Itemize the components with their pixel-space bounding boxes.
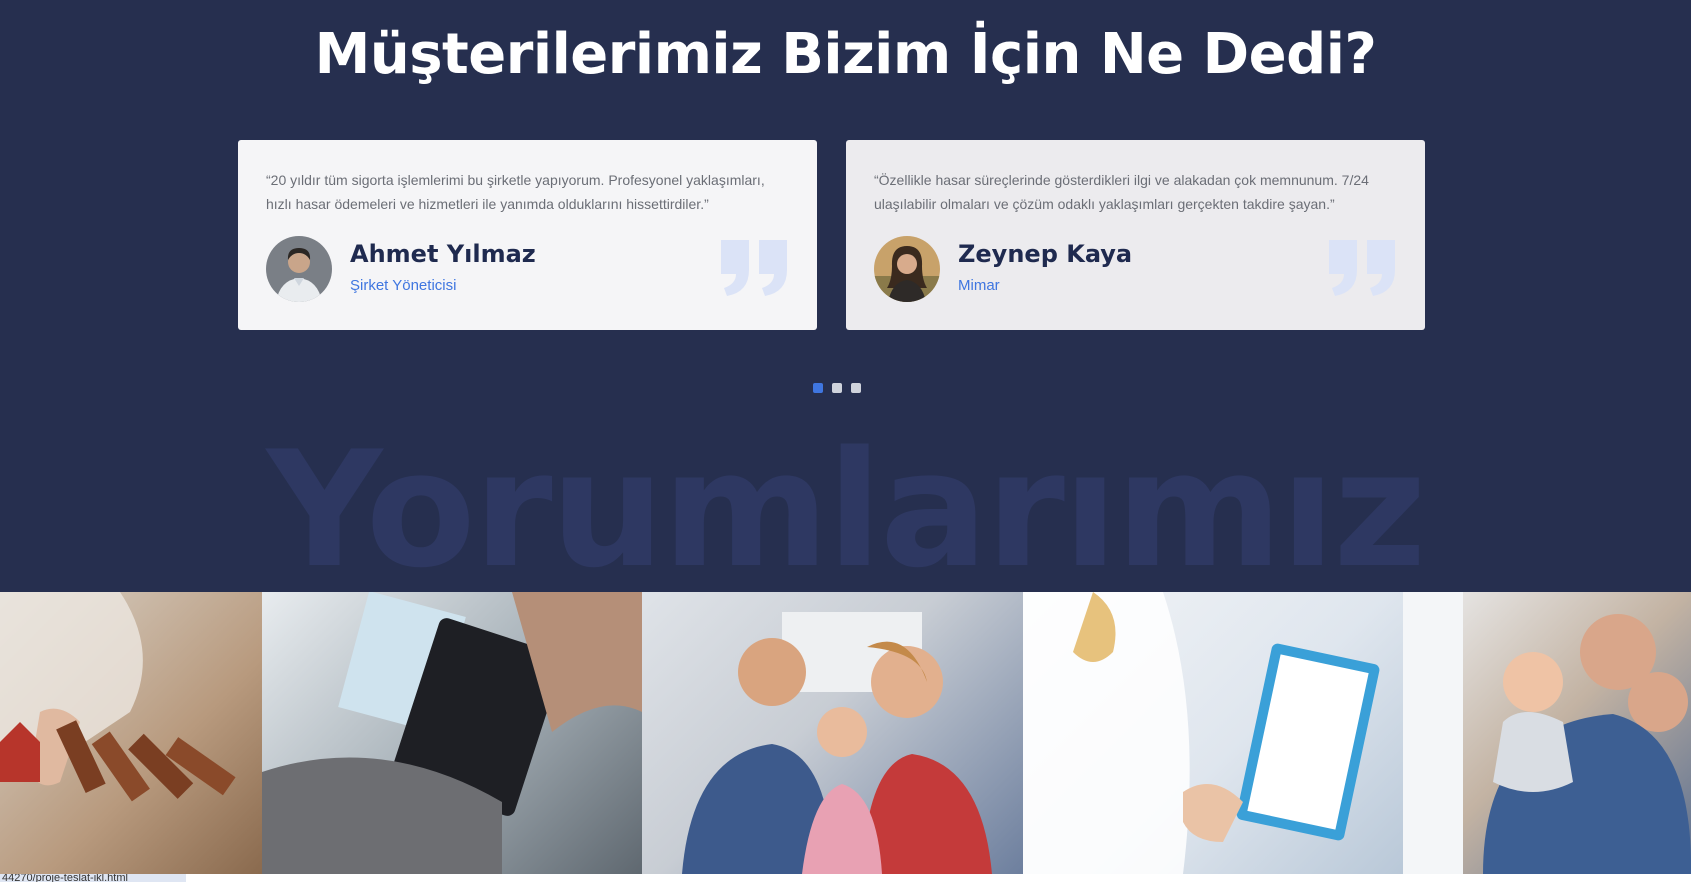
customer-role: Mimar [958, 277, 1000, 294]
gallery-image-health-insurance[interactable] [1023, 592, 1403, 874]
gallery-image-family[interactable] [642, 592, 1023, 874]
testimonial-quote: “Özellikle hasar süreçlerinde gösterdikl… [874, 172, 1369, 212]
testimonial-card: “20 yıldır tüm sigorta işlemlerimi bu şi… [238, 140, 817, 330]
carousel-dot-1[interactable] [813, 383, 823, 393]
gallery-image-passport[interactable] [262, 592, 642, 874]
testimonial-quote: “20 yıldır tüm sigorta işlemlerimi bu şi… [266, 172, 765, 212]
quote-icon [717, 238, 791, 298]
testimonial-card: “Özellikle hasar süreçlerinde gösterdikl… [846, 140, 1425, 330]
browser-status-url: 44270/proje-teslat-ikl.html [0, 874, 186, 882]
carousel-pagination [813, 383, 883, 395]
section-watermark: Yorumlarımız [266, 416, 1427, 592]
quote-icon [1325, 238, 1399, 298]
customer-role: Şirket Yöneticisi [350, 277, 457, 294]
image-gallery [0, 592, 1691, 874]
avatar [874, 236, 940, 302]
customer-name: Zeynep Kaya [958, 240, 1133, 268]
section-title: Müşterilerimiz Bizim İçin Ne Dedi? [314, 22, 1377, 87]
gallery-image-father-baby[interactable] [1403, 592, 1691, 874]
gallery-image-domino-house[interactable] [0, 592, 262, 874]
testimonials-section: Müşterilerimiz Bizim İçin Ne Dedi? “20 y… [0, 0, 1691, 592]
carousel-dot-3[interactable] [851, 383, 861, 393]
carousel-dot-2[interactable] [832, 383, 842, 393]
customer-name: Ahmet Yılmaz [350, 240, 536, 268]
avatar [266, 236, 332, 302]
